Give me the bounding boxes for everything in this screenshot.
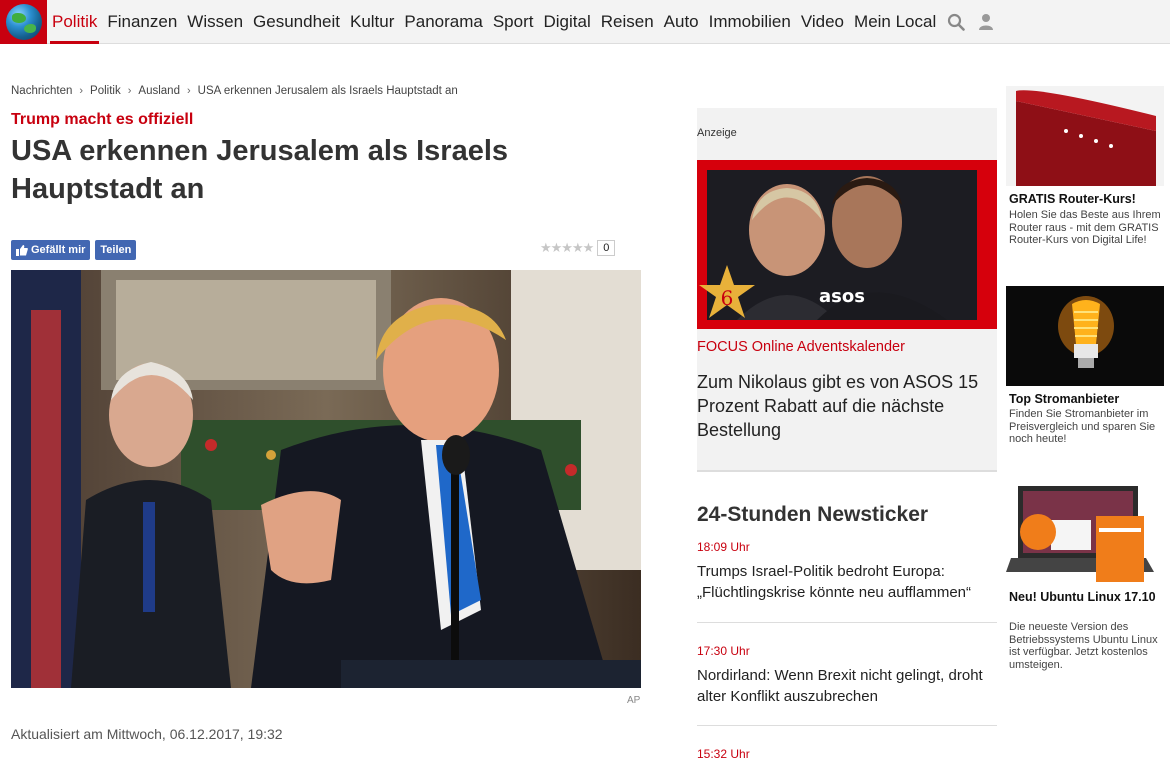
ad-headline[interactable]: Zum Nikolaus gibt es von ASOS 15 Prozent… xyxy=(697,370,997,442)
ticker-item-link[interactable]: Trumps Israel-Politik bedroht Europa: „F… xyxy=(697,561,997,603)
rating-stars-icon[interactable]: ★★★★★ xyxy=(540,240,594,256)
nav-item-mein-local[interactable]: Mein Local xyxy=(849,0,941,44)
nav-item-politik[interactable]: Politik xyxy=(47,0,102,44)
advent-day-number: 6 xyxy=(721,286,734,310)
ad-label: Anzeige xyxy=(697,127,737,139)
facebook-like-button[interactable]: Gefällt mir xyxy=(11,240,91,260)
ubuntu-promo-image[interactable] xyxy=(1006,480,1164,588)
nav-item-auto[interactable]: Auto xyxy=(659,0,704,44)
article-updated-date: Aktualisiert am Mittwoch, 06.12.2017, 19… xyxy=(11,726,283,742)
thumbs-up-icon xyxy=(16,244,28,256)
sidebar-promo-text: Finden Sie Stromanbieter im Preisverglei… xyxy=(1009,408,1156,445)
nav-item-immobilien[interactable]: Immobilien xyxy=(704,0,796,44)
globe-logo-icon xyxy=(5,4,42,40)
nav-item-gesundheit[interactable]: Gesundheit xyxy=(248,0,345,44)
nav-item-sport[interactable]: Sport xyxy=(488,0,539,44)
image-credit: AP xyxy=(627,695,641,706)
facebook-share-button[interactable]: Teilen xyxy=(95,240,137,260)
lightbulb-promo-image[interactable] xyxy=(1006,286,1164,386)
breadcrumb-item-nachrichten[interactable]: Nachrichten xyxy=(11,85,72,97)
asos-logo: asos xyxy=(819,286,865,307)
nav-item-video[interactable]: Video xyxy=(796,0,849,44)
sidebar-promo-title[interactable]: GRATIS Router-Kurs! xyxy=(1009,192,1167,207)
ticker-time: 17:30 Uhr xyxy=(697,644,750,658)
router-promo-image[interactable] xyxy=(1006,86,1164,186)
top-navigation: Politik Finanzen Wissen Gesundheit Kultu… xyxy=(0,0,1170,44)
sidebar-promo-text: Holen Sie das Beste aus Ihrem Router rau… xyxy=(1009,209,1161,246)
chevron-right-icon: › xyxy=(127,85,132,97)
nav-item-reisen[interactable]: Reisen xyxy=(596,0,659,44)
user-icon[interactable] xyxy=(971,0,1001,44)
nav-item-wissen[interactable]: Wissen xyxy=(182,0,248,44)
chevron-right-icon: › xyxy=(79,85,84,97)
chevron-right-icon: › xyxy=(186,85,191,97)
nav-item-digital[interactable]: Digital xyxy=(538,0,595,44)
nav-item-kultur[interactable]: Kultur xyxy=(345,0,399,44)
divider xyxy=(697,725,997,726)
article-rating: ★★★★★ 0 xyxy=(540,240,616,256)
article-headline: USA erkennen Jerusalem als Israels Haupt… xyxy=(11,135,509,205)
nav-items: Politik Finanzen Wissen Gesundheit Kultu… xyxy=(47,0,1001,44)
breadcrumb-item-politik[interactable]: Politik xyxy=(90,85,121,97)
newsticker-title: 24-Stunden Newsticker xyxy=(697,503,929,526)
article-kicker: Trump macht es offiziell xyxy=(11,111,194,128)
rating-count: 0 xyxy=(597,240,616,256)
social-buttons: Gefällt mir Teilen xyxy=(11,240,137,260)
adventskalender-ad-image[interactable]: asos 6 xyxy=(697,160,997,329)
sidebar-promo-text: Die neueste Version des Betriebssystems … xyxy=(1009,621,1158,671)
nav-item-panorama[interactable]: Panorama xyxy=(399,0,487,44)
divider xyxy=(697,622,997,623)
sidebar-promo-title[interactable]: Neu! Ubuntu Linux 17.10 xyxy=(1009,590,1167,605)
ticker-item-link[interactable]: Nordirland: Wenn Brexit nicht gelingt, d… xyxy=(697,665,997,707)
breadcrumb-item-ausland[interactable]: Ausland xyxy=(138,85,180,97)
nav-item-finanzen[interactable]: Finanzen xyxy=(102,0,182,44)
search-icon[interactable] xyxy=(941,0,971,44)
ad-subtitle[interactable]: FOCUS Online Adventskalender xyxy=(697,339,905,355)
like-label: Gefällt mir xyxy=(31,244,86,256)
sidebar-promo-title[interactable]: Top Stromanbieter xyxy=(1009,392,1167,407)
ticker-time: 18:09 Uhr xyxy=(697,540,750,554)
site-logo[interactable] xyxy=(0,0,47,44)
breadcrumb: Nachrichten › Politik › Ausland › USA er… xyxy=(11,85,458,97)
article-hero-image[interactable] xyxy=(11,270,641,688)
breadcrumb-item-current: USA erkennen Jerusalem als Israels Haupt… xyxy=(197,85,458,97)
